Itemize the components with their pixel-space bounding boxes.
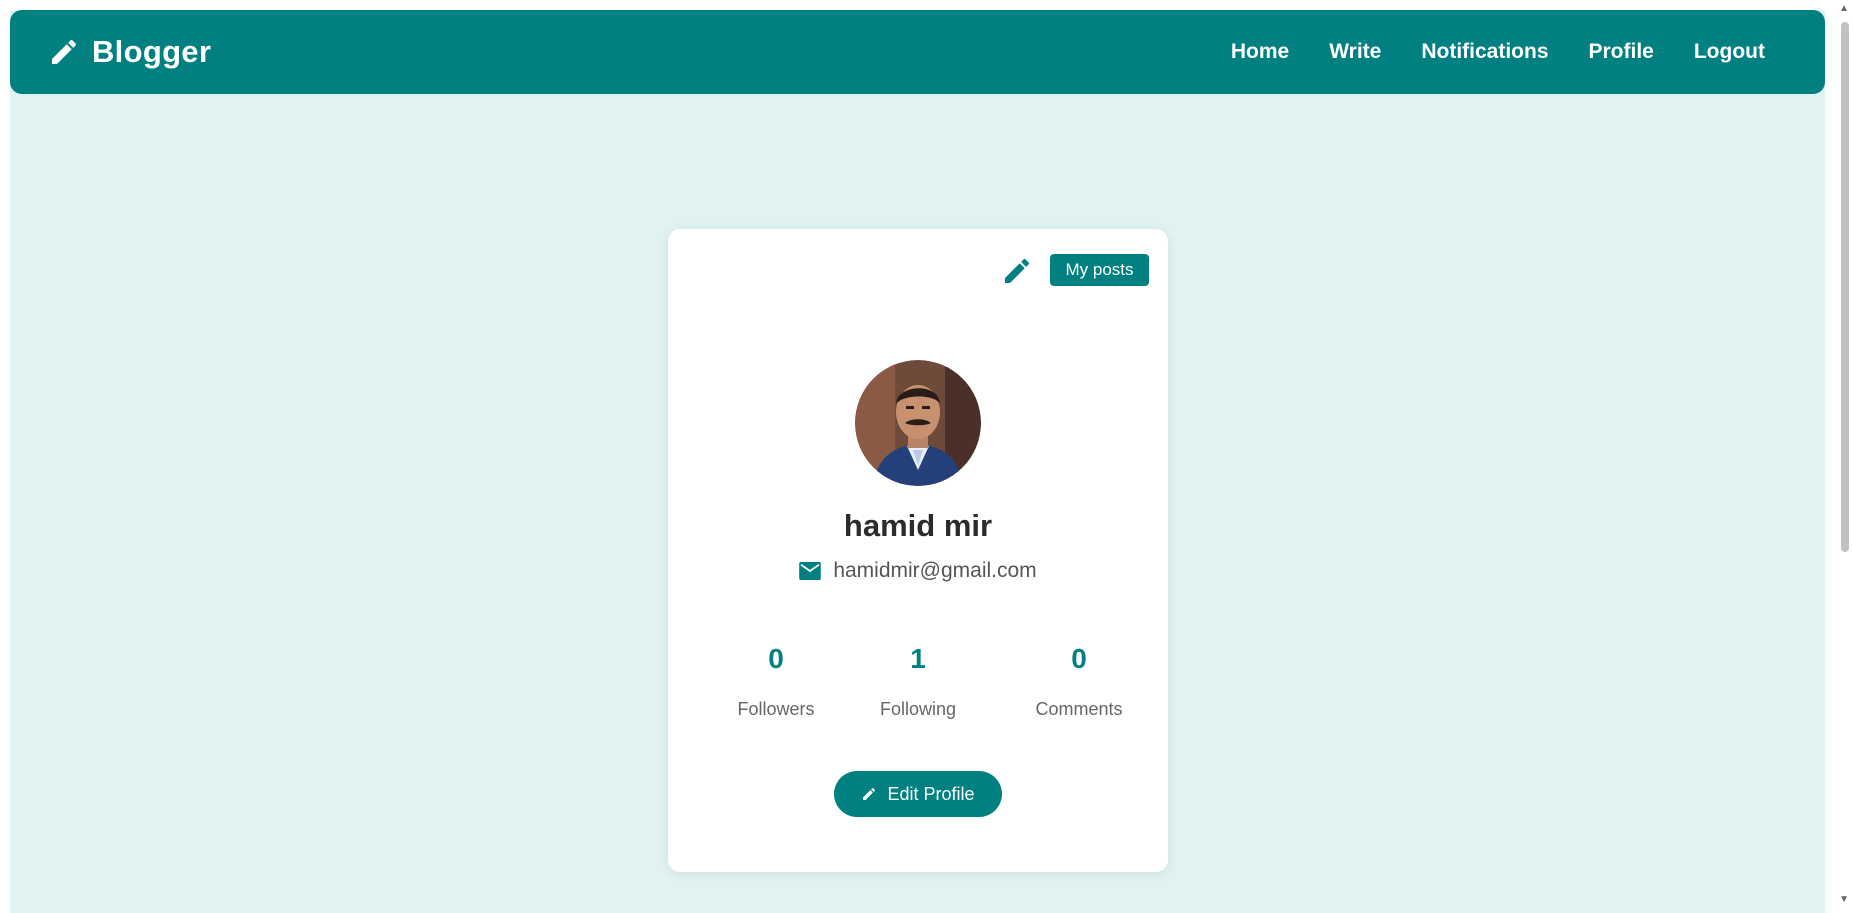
edit-profile-button[interactable]: Edit Profile (834, 771, 1002, 817)
navbar: Blogger Home Write Notifications Profile… (10, 10, 1825, 94)
avatar-photo (855, 360, 981, 486)
pencil-icon (863, 787, 876, 800)
scroll-down-arrow-icon[interactable]: ▼ (1839, 895, 1849, 905)
scroll-thumb[interactable] (1841, 22, 1849, 552)
nav-link-profile[interactable]: Profile (1589, 40, 1654, 64)
profile-card: My posts hamid mir hamidmir@gmail.com 0 … (668, 229, 1168, 872)
my-posts-button[interactable]: My posts (1050, 254, 1149, 286)
comments-label: Comments (1035, 699, 1123, 719)
pencil-icon (52, 39, 77, 64)
scrollbar[interactable]: ▲ ▼ (1835, 0, 1853, 913)
profile-stats: 0 Followers 1 Following 0 Comments (668, 639, 1168, 759)
email-address: hamidmir@gmail.com (833, 559, 1037, 582)
following-label: Following (879, 699, 957, 719)
nav-link-logout[interactable]: Logout (1694, 40, 1765, 64)
avatar (855, 360, 981, 486)
stat-following[interactable]: 1 Following (848, 639, 988, 720)
scroll-up-arrow-icon[interactable]: ▲ (1839, 4, 1849, 14)
user-name: hamid mir (843, 508, 993, 543)
brand-name: Blogger (92, 34, 212, 69)
stat-followers[interactable]: 0 Followers (706, 639, 846, 720)
pencil-icon[interactable] (1001, 255, 1033, 287)
nav-link-write[interactable]: Write (1329, 40, 1381, 64)
brand[interactable]: Blogger (48, 10, 211, 94)
followers-label: Followers (737, 699, 815, 719)
email-row: hamidmir@gmail.com (668, 559, 1168, 583)
nav-link-home[interactable]: Home (1231, 40, 1289, 64)
edit-profile-label: Edit Profile (887, 783, 975, 804)
stat-comments[interactable]: 0 Comments (1009, 639, 1149, 720)
following-count: 1 (910, 643, 926, 674)
mail-icon (799, 562, 822, 580)
nav-link-notifications[interactable]: Notifications (1421, 40, 1548, 64)
nav-links: Home Write Notifications Profile Logout (1231, 10, 1765, 94)
comments-count: 0 (1071, 643, 1087, 674)
followers-count: 0 (768, 643, 784, 674)
